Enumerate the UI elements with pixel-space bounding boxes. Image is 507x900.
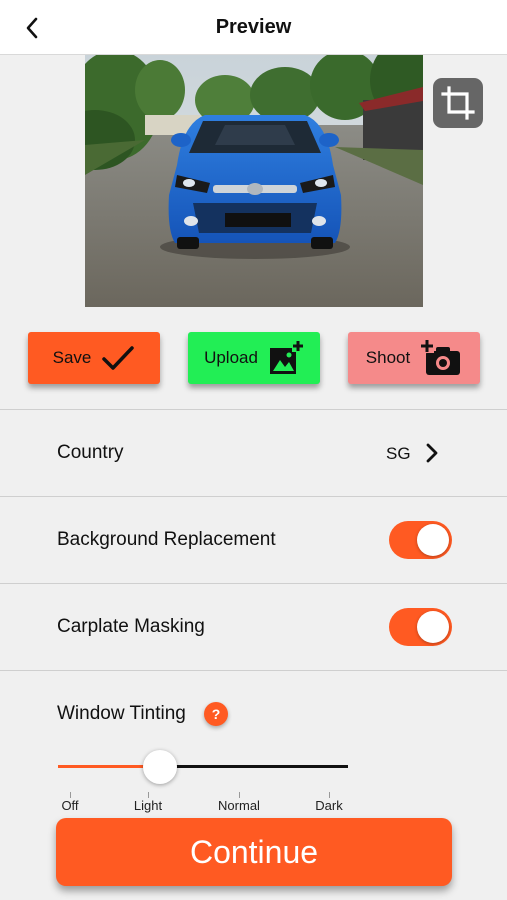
- tint-option-dark[interactable]: Dark: [315, 798, 342, 813]
- tint-option-light[interactable]: Light: [134, 798, 162, 813]
- photo-preview: [85, 55, 423, 307]
- tint-option-off[interactable]: Off: [61, 798, 78, 813]
- continue-button[interactable]: Continue: [56, 818, 452, 886]
- shoot-button[interactable]: Shoot: [348, 332, 480, 384]
- help-icon[interactable]: ?: [204, 702, 228, 726]
- add-camera-icon: [420, 339, 461, 375]
- chevron-right-icon[interactable]: [424, 442, 440, 464]
- divider: [0, 670, 507, 671]
- window-tinting-slider[interactable]: [58, 748, 348, 788]
- save-button-label: Save: [52, 348, 92, 367]
- carplate-masking-toggle[interactable]: [389, 608, 452, 646]
- divider: [0, 496, 507, 497]
- slider-thumb[interactable]: [143, 750, 177, 784]
- crop-icon: [441, 86, 475, 120]
- toggle-knob: [417, 611, 449, 643]
- carplate-masking-label: Carplate Masking: [57, 616, 205, 637]
- checkmark-icon: [102, 346, 135, 370]
- page-title: Preview: [215, 16, 292, 38]
- upload-button-label: Upload: [204, 348, 258, 367]
- window-tinting-label: Window Tinting: [57, 703, 186, 724]
- add-image-icon: [269, 340, 304, 374]
- tint-option-normal[interactable]: Normal: [218, 798, 260, 813]
- divider: [0, 409, 507, 410]
- save-button[interactable]: Save: [28, 332, 160, 384]
- upload-button[interactable]: Upload: [188, 332, 320, 384]
- background-replacement-toggle[interactable]: [389, 521, 452, 559]
- country-label: Country: [57, 442, 124, 463]
- car-photo: [85, 55, 423, 307]
- top-bar: Preview: [0, 0, 507, 55]
- background-replacement-label: Background Replacement: [57, 529, 276, 550]
- country-value[interactable]: SG: [386, 444, 411, 464]
- crop-button[interactable]: [433, 78, 483, 128]
- toggle-knob: [417, 524, 449, 556]
- shoot-button-label: Shoot: [365, 348, 411, 367]
- divider: [0, 583, 507, 584]
